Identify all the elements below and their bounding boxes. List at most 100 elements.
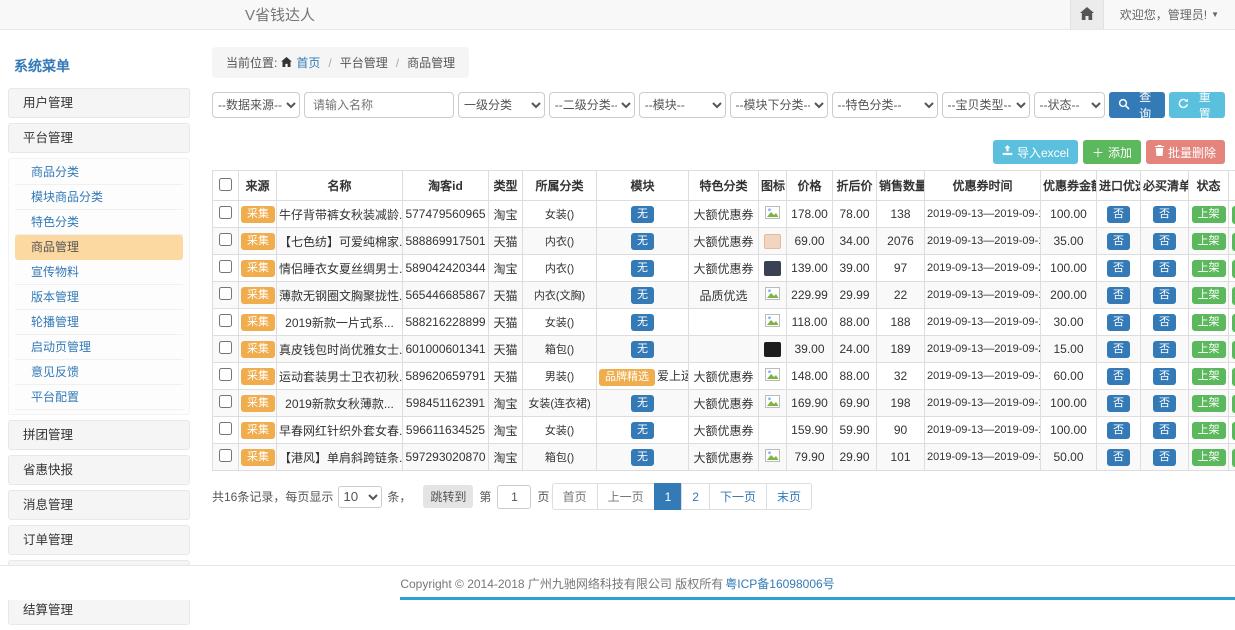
module-sub-select[interactable]: --模块下分类-- <box>730 92 828 118</box>
row-checkbox[interactable] <box>219 449 232 462</box>
import-select-toggle[interactable]: 否 <box>1107 341 1130 358</box>
sidebar-item-version-mgmt[interactable]: 版本管理 <box>15 285 183 310</box>
status-badge[interactable]: 上架 <box>1192 341 1226 358</box>
cell-feature: 大额优惠券 <box>689 201 759 228</box>
import-select-toggle[interactable]: 否 <box>1107 395 1130 412</box>
data-source-select[interactable]: --数据来源-- <box>212 92 300 118</box>
sidebar-item-feedback[interactable]: 意见反馈 <box>15 360 183 385</box>
batch-delete-button[interactable]: 批量删除 <box>1146 140 1225 164</box>
product-icon <box>765 397 780 411</box>
sidebar-item-module-goods-category[interactable]: 模块商品分类 <box>15 185 183 210</box>
status-badge[interactable]: 上架 <box>1192 206 1226 223</box>
cell-import-select: 否 <box>1097 228 1141 255</box>
sidebar-item-goods-mgmt[interactable]: 商品管理 <box>15 235 183 260</box>
sidebar-group-order-mgmt[interactable]: 订单管理 <box>8 525 190 555</box>
import-select-toggle[interactable]: 否 <box>1107 260 1130 277</box>
sidebar-group-user-mgmt[interactable]: 用户管理 <box>8 88 190 118</box>
icp-link[interactable]: 粤ICP备16098006号 <box>725 575 834 592</box>
cell-icon <box>759 228 787 255</box>
status-select[interactable]: --状态-- <box>1034 92 1105 118</box>
status-badge[interactable]: 上架 <box>1192 395 1226 412</box>
cell-must-buy: 否 <box>1141 390 1189 417</box>
row-checkbox[interactable] <box>219 395 232 408</box>
table-toolbar: 导入excel ＋ 添加 批量删除 <box>212 140 1225 164</box>
last-page-button[interactable]: 末页 <box>766 483 812 510</box>
sidebar-group-saving-news[interactable]: 省惠快报 <box>8 455 190 485</box>
name-search-input[interactable] <box>304 92 454 118</box>
row-checkbox[interactable] <box>219 206 232 219</box>
must-buy-toggle[interactable]: 否 <box>1153 422 1176 439</box>
prev-page-button[interactable]: 上一页 <box>597 483 655 510</box>
must-buy-toggle[interactable]: 否 <box>1153 314 1176 331</box>
row-checkbox[interactable] <box>219 368 232 381</box>
cell-sales: 22 <box>877 282 925 309</box>
cell-type: 淘宝 <box>489 444 523 471</box>
add-button[interactable]: ＋ 添加 <box>1083 140 1141 164</box>
must-buy-toggle[interactable]: 否 <box>1153 395 1176 412</box>
sidebar-group-platform-mgmt[interactable]: 平台管理 <box>8 123 190 153</box>
page-button-2[interactable]: 2 <box>681 483 710 510</box>
import-select-toggle[interactable]: 否 <box>1107 206 1130 223</box>
status-badge[interactable]: 上架 <box>1192 233 1226 250</box>
reset-button[interactable]: 重置 <box>1169 92 1225 118</box>
sidebar-item-carousel-mgmt[interactable]: 轮播管理 <box>15 310 183 335</box>
status-badge[interactable]: 上架 <box>1192 287 1226 304</box>
must-buy-toggle[interactable]: 否 <box>1153 368 1176 385</box>
status-badge[interactable]: 上架 <box>1192 260 1226 277</box>
must-buy-toggle[interactable]: 否 <box>1153 233 1176 250</box>
row-checkbox[interactable] <box>219 422 232 435</box>
sidebar-item-feature-category[interactable]: 特色分类 <box>15 210 183 235</box>
cell-must-buy: 否 <box>1141 228 1189 255</box>
import-select-toggle[interactable]: 否 <box>1107 287 1130 304</box>
import-select-toggle[interactable]: 否 <box>1107 449 1130 466</box>
import-select-toggle[interactable]: 否 <box>1107 368 1130 385</box>
sidebar-group-message-mgmt[interactable]: 消息管理 <box>8 490 190 520</box>
breadcrumb-home-link[interactable]: 首页 <box>296 54 320 71</box>
next-page-button[interactable]: 下一页 <box>709 483 767 510</box>
must-buy-toggle[interactable]: 否 <box>1153 206 1176 223</box>
cell-price: 118.00 <box>787 309 833 336</box>
import-excel-button[interactable]: 导入excel <box>993 140 1078 164</box>
page-number-input[interactable] <box>497 485 531 509</box>
jump-button[interactable]: 跳转到 <box>423 485 473 508</box>
row-checkbox[interactable] <box>219 233 232 246</box>
module-badge: 无 <box>631 287 654 304</box>
per-page-select[interactable]: 10 <box>338 486 382 508</box>
must-buy-toggle[interactable]: 否 <box>1153 449 1176 466</box>
feature-select[interactable]: --特色分类-- <box>832 92 938 118</box>
import-select-toggle[interactable]: 否 <box>1107 314 1130 331</box>
sidebar-group-group-buy-mgmt[interactable]: 拼团管理 <box>8 420 190 450</box>
select-all-checkbox[interactable] <box>219 178 232 191</box>
import-select-toggle[interactable]: 否 <box>1107 233 1130 250</box>
cell-operations: ✎ <box>1229 201 1235 228</box>
status-badge[interactable]: 上架 <box>1192 368 1226 385</box>
status-badge[interactable]: 上架 <box>1192 422 1226 439</box>
category1-select[interactable]: 一级分类 <box>458 92 545 118</box>
first-page-button[interactable]: 首页 <box>552 483 598 510</box>
sidebar-item-goods-category[interactable]: 商品分类 <box>15 160 183 185</box>
module-select[interactable]: --模块-- <box>639 92 726 118</box>
row-checkbox[interactable] <box>219 260 232 273</box>
row-checkbox[interactable] <box>219 287 232 300</box>
must-buy-toggle[interactable]: 否 <box>1153 341 1176 358</box>
cell-coupon-time: 2019-09-13—2019-09-18 <box>925 444 1041 471</box>
status-badge[interactable]: 上架 <box>1192 314 1226 331</box>
user-menu[interactable]: 欢迎您，管理员! ▼ <box>1104 6 1235 23</box>
col-header-12: 优惠券金额 <box>1041 171 1097 201</box>
search-button[interactable]: 查询 <box>1109 92 1166 118</box>
must-buy-toggle[interactable]: 否 <box>1153 260 1176 277</box>
page-button-1[interactable]: 1 <box>654 483 683 510</box>
row-checkbox[interactable] <box>219 341 232 354</box>
sidebar-item-platform-config[interactable]: 平台配置 <box>15 385 183 410</box>
cell-category: 女装() <box>523 417 597 444</box>
sidebar-item-splash-mgmt[interactable]: 启动页管理 <box>15 335 183 360</box>
home-button[interactable] <box>1070 0 1104 29</box>
category2-select[interactable]: --二级分类-- <box>549 92 635 118</box>
page-prefix: 第 <box>479 488 491 505</box>
sidebar-item-promo-materials[interactable]: 宣传物料 <box>15 260 183 285</box>
row-checkbox[interactable] <box>219 314 232 327</box>
import-select-toggle[interactable]: 否 <box>1107 422 1130 439</box>
status-badge[interactable]: 上架 <box>1192 449 1226 466</box>
item-type-select[interactable]: --宝贝类型-- <box>942 92 1030 118</box>
must-buy-toggle[interactable]: 否 <box>1153 287 1176 304</box>
